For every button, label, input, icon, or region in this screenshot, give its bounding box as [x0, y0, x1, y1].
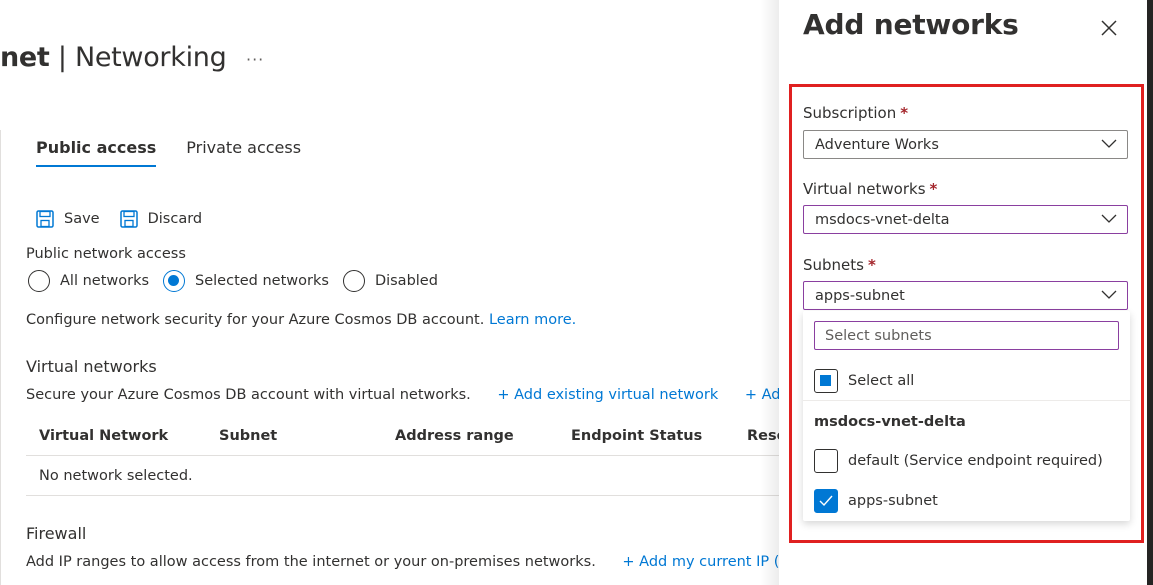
virtual-networks-label-text: Virtual networks — [803, 180, 926, 198]
checkbox-unchecked-icon — [814, 449, 838, 473]
radio-circle-icon — [342, 270, 365, 292]
radio-circle-checked-icon — [163, 270, 186, 292]
add-existing-vnet-link[interactable]: + Add existing virtual network — [497, 387, 718, 403]
page-title-section: Networking — [74, 42, 227, 73]
chevron-down-icon — [1101, 139, 1117, 148]
checkmark-icon — [819, 495, 833, 507]
public-network-access-label: Public network access — [26, 246, 186, 262]
main-content: net | Networking ··· Public access Priva… — [0, 0, 790, 585]
subscription-value: Adventure Works — [815, 136, 939, 153]
public-network-access-radio-group: All networks Selected networks Disabled — [28, 270, 438, 292]
column-header-virtual-network: Virtual Network — [39, 427, 169, 444]
configure-description: Configure network security for your Azur… — [26, 312, 576, 328]
radio-all-networks[interactable]: All networks — [28, 270, 149, 292]
toolbar: Save Discard — [36, 210, 202, 228]
table-header-row: Virtual Network Subnet Address range End… — [26, 416, 790, 456]
panel-shadow — [760, 0, 780, 585]
window-edge — [1147, 0, 1153, 585]
firewall-heading: Firewall — [26, 524, 87, 543]
page-title: net | Networking — [0, 42, 227, 73]
subnets-dropdown[interactable]: apps-subnet — [803, 281, 1128, 310]
column-header-subnet: Subnet — [219, 427, 278, 444]
close-icon[interactable] — [1097, 16, 1121, 40]
tab-public-access[interactable]: Public access — [36, 138, 157, 167]
discard-icon — [119, 210, 138, 228]
radio-label: All networks — [60, 273, 150, 289]
save-icon — [36, 210, 54, 228]
chevron-down-icon — [1101, 214, 1117, 223]
subnet-option-label: default (Service endpoint required) — [848, 453, 1103, 469]
tab-private-access[interactable]: Private access — [186, 138, 301, 165]
virtual-networks-value: msdocs-vnet-delta — [815, 211, 950, 228]
radio-label: Selected networks — [195, 273, 329, 289]
access-tabs: Public access Private access — [36, 138, 301, 167]
checkbox-indeterminate-icon — [814, 369, 838, 393]
virtual-networks-dropdown[interactable]: msdocs-vnet-delta — [803, 205, 1128, 234]
select-all-label: Select all — [848, 373, 915, 389]
radio-disabled[interactable]: Disabled — [342, 270, 438, 292]
menu-divider — [803, 400, 1130, 401]
required-marker: * — [900, 104, 909, 122]
table-empty-row: No network selected. — [26, 456, 790, 496]
subnet-option-apps-subnet[interactable]: apps-subnet — [814, 489, 938, 513]
subscription-label-text: Subscription — [803, 104, 897, 122]
subnet-option-label: apps-subnet — [848, 493, 938, 509]
add-networks-panel: Add networks Subscription * Adventure Wor… — [779, 0, 1147, 585]
more-options-button[interactable]: ··· — [246, 50, 264, 69]
virtual-networks-heading: Virtual networks — [26, 357, 157, 376]
subnets-dropdown-menu: Select all msdocs-vnet-delta default (Se… — [803, 311, 1130, 521]
discard-button[interactable]: Discard — [119, 210, 203, 228]
subscription-label: Subscription * — [803, 104, 908, 122]
virtual-networks-text: Secure your Azure Cosmos DB account with… — [26, 387, 471, 403]
save-label: Save — [64, 211, 100, 227]
radio-circle-icon — [28, 270, 50, 292]
radio-selected-networks[interactable]: Selected networks — [163, 270, 329, 292]
virtual-networks-label: Virtual networks * — [803, 180, 937, 198]
subscription-dropdown[interactable]: Adventure Works — [803, 130, 1128, 159]
configure-text: Configure network security for your Azur… — [26, 312, 485, 328]
subnet-option-default[interactable]: default (Service endpoint required) — [814, 449, 1103, 473]
column-header-endpoint-status: Endpoint Status — [571, 427, 703, 444]
page-title-separator: | — [57, 42, 67, 73]
discard-label: Discard — [147, 211, 203, 227]
required-marker: * — [867, 256, 876, 274]
learn-more-link[interactable]: Learn more. — [489, 312, 576, 328]
subnet-group-header: msdocs-vnet-delta — [814, 414, 966, 430]
subnets-search-input[interactable] — [814, 321, 1119, 350]
column-header-address-range: Address range — [395, 427, 514, 444]
select-all-checkbox[interactable]: Select all — [814, 369, 914, 393]
subnets-label-text: Subnets — [803, 256, 864, 274]
chevron-down-icon — [1101, 290, 1117, 299]
firewall-description: Add IP ranges to allow access from the i… — [26, 554, 790, 570]
virtual-networks-description: Secure your Azure Cosmos DB account with… — [26, 387, 790, 403]
required-marker: * — [929, 180, 938, 198]
checkbox-checked-icon — [814, 489, 838, 513]
left-divider — [0, 130, 1, 585]
page-title-resource: net — [0, 42, 50, 73]
subnets-label: Subnets * — [803, 256, 876, 274]
subnets-value: apps-subnet — [815, 287, 905, 304]
save-button[interactable]: Save — [36, 210, 100, 228]
virtual-networks-table: Virtual Network Subnet Address range End… — [26, 416, 790, 496]
firewall-text: Add IP ranges to allow access from the i… — [26, 554, 596, 570]
panel-title: Add networks — [803, 8, 1019, 41]
radio-label: Disabled — [374, 273, 438, 289]
